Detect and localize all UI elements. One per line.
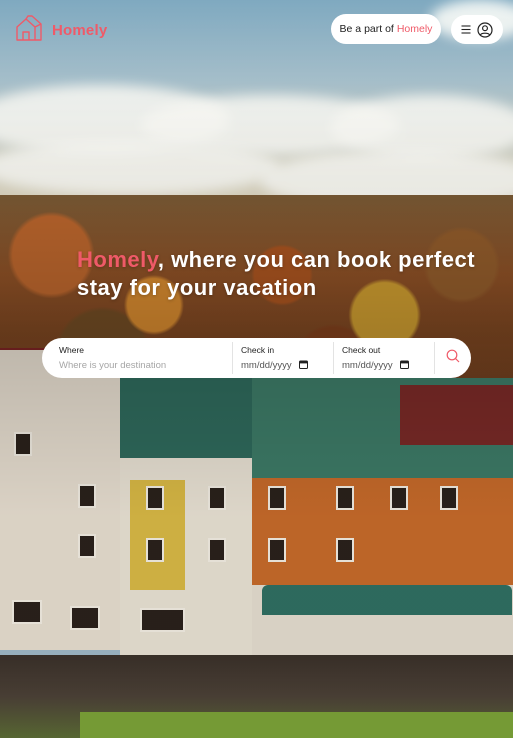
user-circle-icon [477, 21, 493, 38]
where-field[interactable]: Where [42, 338, 232, 378]
check-out-date-input[interactable]: mm/dd/yyyy [342, 360, 393, 371]
house-outline-icon [14, 13, 44, 48]
search-bar: Where Check in mm/dd/yyyy Check out mm/d… [42, 338, 471, 378]
hero-headline: Homely, where you can book perfect stay … [77, 246, 477, 302]
search-icon [446, 349, 460, 368]
check-in-field[interactable]: Check in mm/dd/yyyy [233, 338, 333, 378]
check-in-date-input[interactable]: mm/dd/yyyy [241, 360, 292, 371]
where-label: Where [59, 345, 85, 355]
host-cta-brand: Homely [396, 23, 433, 35]
become-host-button[interactable]: Be a part of Homely [331, 14, 441, 44]
destination-input[interactable] [59, 360, 209, 371]
calendar-icon[interactable] [399, 360, 409, 372]
check-in-label: Check in [241, 344, 275, 355]
check-out-field[interactable]: Check out mm/dd/yyyy [334, 338, 434, 378]
logo[interactable]: Homely [14, 13, 107, 48]
hero-accent-word: Homely [77, 247, 158, 272]
calendar-icon[interactable] [298, 360, 308, 372]
user-menu-button[interactable] [451, 15, 503, 44]
hamburger-icon [461, 25, 471, 34]
host-cta-prefix: Be a part of [339, 23, 394, 35]
search-button[interactable] [434, 342, 471, 374]
check-out-label: Check out [342, 344, 381, 355]
logo-text: Homely [52, 22, 108, 39]
